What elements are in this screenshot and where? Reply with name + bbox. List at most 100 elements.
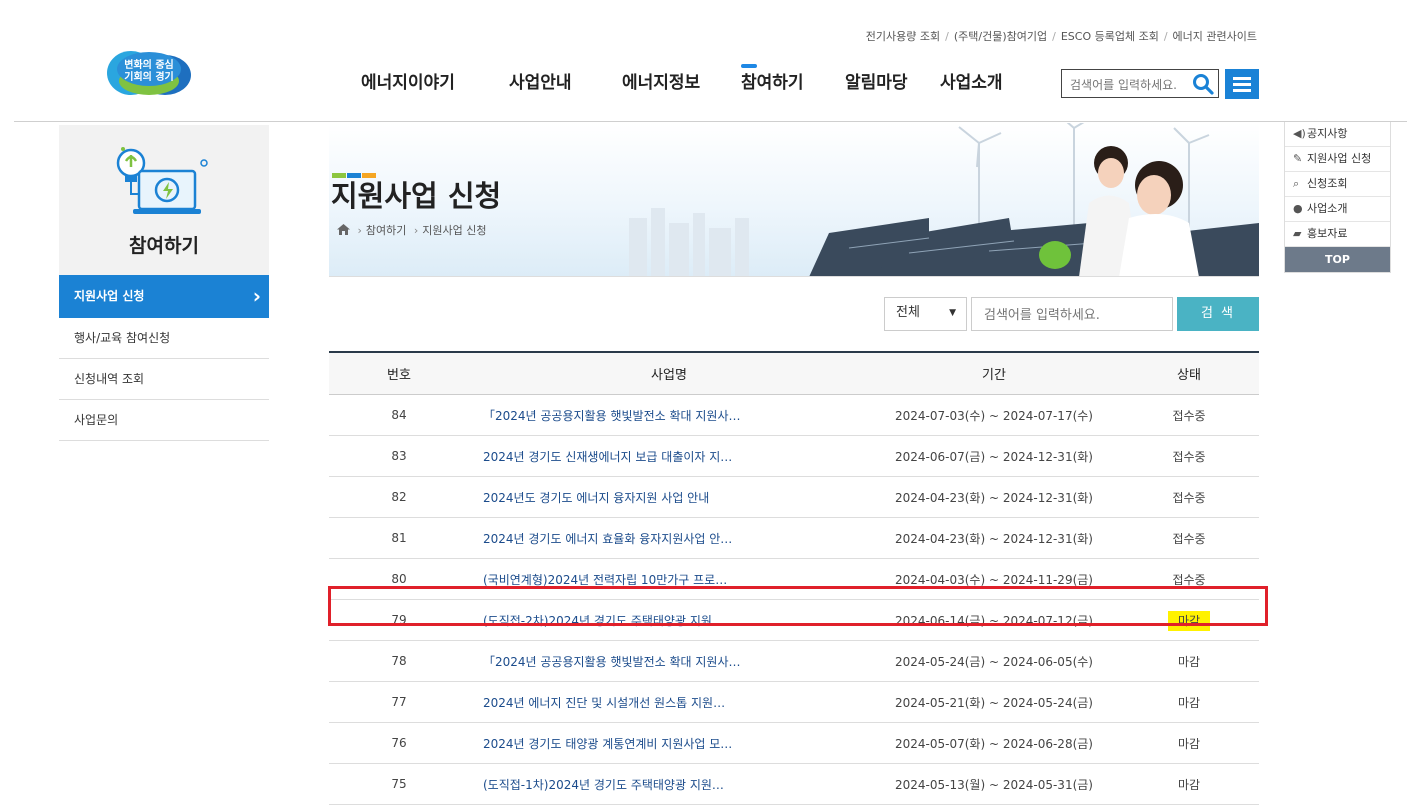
table-row[interactable]: 77 2024년 에너지 진단 및 시설개선 원스톱 지원… 2024-05-21(… xyxy=(329,681,1259,723)
row-title-link[interactable]: 2024년 경기도 신재생에너지 보급 대출이자 지… xyxy=(469,435,869,477)
status-badge: 마감 xyxy=(1177,654,1201,669)
quick-apply-lookup[interactable]: ⌕ 신청조회 xyxy=(1285,172,1390,197)
row-title-link[interactable]: 「2024년 공공용지활용 햇빛발전소 확대 지원사… xyxy=(469,640,869,682)
row-period: 2024-05-21(화) ~ 2024-05-24(금) xyxy=(869,681,1119,723)
search-category-value: 전체 xyxy=(896,305,920,320)
table-row[interactable]: 78 「2024년 공공용지활용 햇빛발전소 확대 지원사… 2024-05-24(… xyxy=(329,640,1259,682)
table-row[interactable]: 82 2024년도 경기도 에너지 융자지원 사업 안내 2024-04-23(화)… xyxy=(329,476,1259,518)
pencil-icon: ✎ xyxy=(1293,152,1303,165)
sidebar-item-label: 신청내역 조회 xyxy=(74,372,145,386)
row-title-link[interactable]: 2024년 경기도 태양광 계통연계비 지원사업 모… xyxy=(469,722,869,764)
quick-support-apply[interactable]: ✎ 지원사업 신청 xyxy=(1285,147,1390,172)
scroll-top-button[interactable]: TOP xyxy=(1285,247,1390,272)
site-logo[interactable]: 변화의 중심 기회의 경기 xyxy=(103,43,195,99)
row-period: 2024-07-03(수) ~ 2024-07-17(수) xyxy=(869,394,1119,436)
quick-support-apply-label: 지원사업 신청 xyxy=(1307,152,1372,165)
chevron-right-icon: › xyxy=(252,284,261,308)
status-badge: 접수중 xyxy=(1172,572,1206,587)
row-title-link[interactable]: (국비연계형)2024년 전력자립 10만가구 프로… xyxy=(469,558,869,600)
nav-active-indicator xyxy=(741,64,757,68)
utility-links: 전기사용량 조회 / (주택/건물)참여기업 / ESCO 등록업체 조회 / 에너지 관련… xyxy=(865,30,1257,43)
sidebar-item-label: 사업문의 xyxy=(74,413,119,427)
status-badge: 접수중 xyxy=(1172,449,1206,464)
row-period: 2024-05-07(화) ~ 2024-06-28(금) xyxy=(869,722,1119,764)
quick-pr-materials[interactable]: ▰ 홍보자료 xyxy=(1285,222,1390,247)
sidebar-item-support-apply[interactable]: 지원사업 신청 › xyxy=(59,275,269,318)
column-header-title: 사업명 xyxy=(469,351,869,395)
site-header: 변화의 중심 기회의 경기 전기사용량 조회 / (주택/건물)참여기업 / ESCO … xyxy=(0,0,1407,122)
breadcrumb: › 참여하기 › 지원사업 신청 xyxy=(337,222,487,238)
row-title-link[interactable]: 2024년 에너지 진단 및 시설개선 원스톱 지원… xyxy=(469,681,869,723)
quick-business-intro[interactable]: ● 사업소개 xyxy=(1285,197,1390,222)
nav-participate[interactable]: 참여하기 xyxy=(741,64,804,93)
sidebar-item-apply-history[interactable]: 신청내역 조회 xyxy=(59,359,269,400)
quick-notice-label: 공지사항 xyxy=(1307,127,1348,140)
column-header-number: 번호 xyxy=(329,351,469,395)
row-number: 77 xyxy=(329,681,469,723)
search-icon[interactable] xyxy=(1192,73,1214,95)
util-link-energy-sites[interactable]: 에너지 관련사이트 xyxy=(1173,30,1257,43)
nav-business-guide[interactable]: 사업안내 xyxy=(509,68,572,93)
table-row[interactable]: 83 2024년 경기도 신재생에너지 보급 대출이자 지… 2024-06-07(… xyxy=(329,435,1259,477)
breadcrumb-participate[interactable]: 참여하기 xyxy=(366,224,406,237)
sidebar-menu: 지원사업 신청 › 행사/교육 참여신청 신청내역 조회 사업문의 xyxy=(59,275,269,441)
board-search-button[interactable]: 검 색 xyxy=(1177,297,1259,331)
row-status: 마감 xyxy=(1119,722,1259,764)
nav-energy-info[interactable]: 에너지정보 xyxy=(622,68,700,93)
row-status: 접수중 xyxy=(1119,558,1259,600)
row-status: 접수중 xyxy=(1119,435,1259,477)
util-link-participating-companies[interactable]: (주택/건물)참여기업 xyxy=(954,30,1047,43)
page-title: 지원사업 신청 xyxy=(331,179,502,213)
row-title-link[interactable]: 「2024년 공공용지활용 햇빛발전소 확대 지원사… xyxy=(469,394,869,436)
row-number: 82 xyxy=(329,476,469,518)
row-number: 79 xyxy=(329,599,469,641)
nav-notice[interactable]: 알림마당 xyxy=(845,68,908,93)
hamburger-icon xyxy=(1233,77,1251,80)
home-icon[interactable] xyxy=(337,224,354,237)
row-title-link[interactable]: 2024년 경기도 에너지 효율화 융자지원사업 안… xyxy=(469,517,869,559)
info-icon: ● xyxy=(1293,202,1303,215)
support-program-table: 번호 사업명 기간 상태 84 「2024년 공공용지활용 햇빛발전소 확대 지원… xyxy=(329,351,1259,805)
sidebar-item-inquiry[interactable]: 사업문의 xyxy=(59,400,269,441)
hamburger-menu-button[interactable] xyxy=(1225,69,1259,99)
row-number: 76 xyxy=(329,722,469,764)
row-number: 75 xyxy=(329,763,469,805)
row-status: 접수중 xyxy=(1119,476,1259,518)
breadcrumb-support-apply[interactable]: 지원사업 신청 xyxy=(422,224,486,237)
table-row[interactable]: 76 2024년 경기도 태양광 계통연계비 지원사업 모… 2024-05-07(… xyxy=(329,722,1259,764)
sidebar-item-label: 지원사업 신청 xyxy=(74,289,145,303)
util-link-power-usage[interactable]: 전기사용량 조회 xyxy=(866,30,940,43)
row-period: 2024-06-07(금) ~ 2024-12-31(화) xyxy=(869,435,1119,477)
row-period: 2024-05-13(월) ~ 2024-05-31(금) xyxy=(869,763,1119,805)
nav-energy-story[interactable]: 에너지이야기 xyxy=(361,68,455,93)
row-number: 78 xyxy=(329,640,469,682)
board-search-box xyxy=(971,297,1173,331)
header-search-input[interactable] xyxy=(1068,71,1190,98)
util-link-esco[interactable]: ESCO 등록업체 조회 xyxy=(1061,30,1159,43)
sidebar-item-label: 행사/교육 참여신청 xyxy=(74,331,171,345)
table-row[interactable]: 81 2024년 경기도 에너지 효율화 융자지원사업 안… 2024-04-23(… xyxy=(329,517,1259,559)
quick-menu: ◀)공지사항 ✎ 지원사업 신청 ⌕ 신청조회 ● 사업소개 ▰ 홍보자료 TOP xyxy=(1284,122,1391,273)
board-search-input[interactable] xyxy=(982,299,1166,331)
row-title-link[interactable]: (도직접-1차)2024년 경기도 주택태양광 지원… xyxy=(469,763,869,805)
row-status: 접수중 xyxy=(1119,394,1259,436)
row-period: 2024-04-23(화) ~ 2024-12-31(화) xyxy=(869,476,1119,518)
table-row-highlighted[interactable]: 79 (도직접-2차)2024년 경기도 주택태양광 지원… 2024-06-14(… xyxy=(329,599,1259,641)
sidebar-header: 참여하기 xyxy=(59,125,269,275)
row-period: 2024-04-03(수) ~ 2024-11-29(금) xyxy=(869,558,1119,600)
status-badge: 마감 xyxy=(1177,736,1201,751)
quick-notice[interactable]: ◀)공지사항 xyxy=(1285,122,1390,147)
quick-apply-lookup-label: 신청조회 xyxy=(1307,177,1348,190)
sidebar-title: 참여하기 xyxy=(129,235,199,257)
table-header-row: 번호 사업명 기간 상태 xyxy=(329,351,1259,395)
row-title-link[interactable]: 2024년도 경기도 에너지 융자지원 사업 안내 xyxy=(469,476,869,518)
speaker-icon: ◀) xyxy=(1293,127,1306,140)
sidebar-item-event-apply[interactable]: 행사/교육 참여신청 xyxy=(59,318,269,359)
table-row[interactable]: 80 (국비연계형)2024년 전력자립 10만가구 프로… 2024-04-03(… xyxy=(329,558,1259,600)
table-row[interactable]: 84 「2024년 공공용지활용 햇빛발전소 확대 지원사… 2024-07-03(… xyxy=(329,394,1259,436)
quick-business-intro-label: 사업소개 xyxy=(1307,202,1348,215)
table-row[interactable]: 75 (도직접-1차)2024년 경기도 주택태양광 지원… 2024-05-13(… xyxy=(329,763,1259,805)
row-title-link[interactable]: (도직접-2차)2024년 경기도 주택태양광 지원… xyxy=(469,599,869,641)
nav-business-intro[interactable]: 사업소개 xyxy=(940,68,1003,93)
search-category-select[interactable]: 전체 ▼ xyxy=(884,297,967,331)
